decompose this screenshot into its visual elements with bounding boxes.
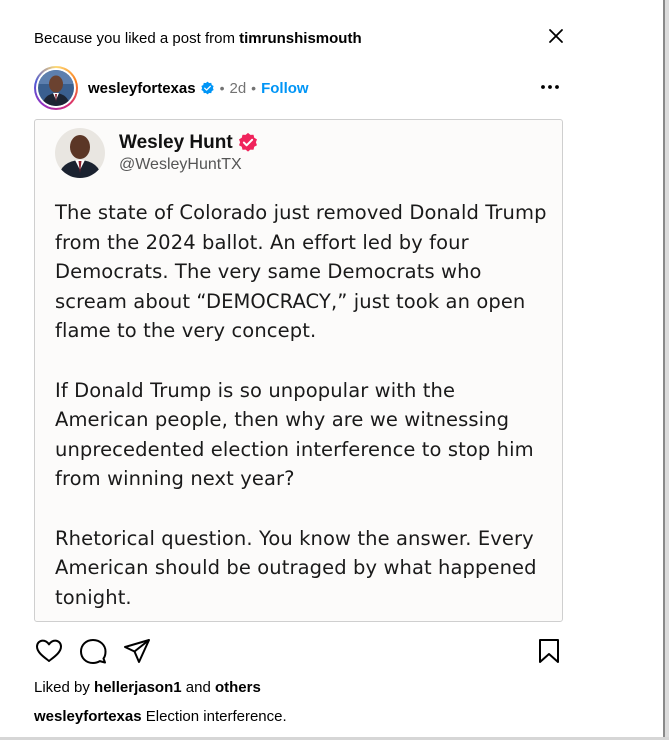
post-username-link[interactable]: wesleyfortexas bbox=[88, 80, 196, 97]
paper-plane-icon bbox=[124, 639, 150, 663]
more-horizontal-icon bbox=[541, 85, 559, 89]
comment-icon bbox=[80, 639, 107, 664]
verified-badge-icon bbox=[238, 132, 257, 152]
post-caption: wesleyfortexas Election interference. bbox=[34, 708, 287, 725]
follow-button[interactable]: Follow bbox=[261, 80, 309, 97]
post-action-bar bbox=[34, 636, 564, 666]
suggestion-context: Because you liked a post from timrunshis… bbox=[34, 27, 574, 49]
tweet-header: Wesley Hunt @WesleyHuntTX bbox=[55, 128, 259, 178]
suggestion-prefix: Because you liked a post from bbox=[34, 29, 240, 47]
more-options-button[interactable] bbox=[538, 75, 562, 99]
suggestion-username-link[interactable]: timrunshismouth bbox=[239, 30, 362, 47]
likes-summary: Liked by hellerjason1 and others bbox=[34, 679, 261, 696]
separator-dot: • bbox=[251, 80, 257, 96]
share-button[interactable] bbox=[122, 636, 152, 666]
post-image-tweet-card[interactable]: Wesley Hunt @WesleyHuntTX The state of C… bbox=[34, 119, 563, 622]
tweet-paragraph: If Donald Trump is so unpopular with the… bbox=[55, 378, 534, 491]
avatar bbox=[38, 70, 74, 106]
likes-others-link[interactable]: others bbox=[215, 679, 261, 696]
tweet-avatar bbox=[55, 128, 105, 178]
separator-dot: • bbox=[219, 80, 225, 96]
tweet-paragraph: The state of Colorado just removed Donal… bbox=[55, 201, 547, 343]
bookmark-icon bbox=[539, 639, 559, 663]
verified-badge-icon bbox=[200, 81, 214, 94]
caption-username-link[interactable]: wesleyfortexas bbox=[34, 708, 142, 725]
post-time-ago[interactable]: 2d bbox=[229, 80, 246, 97]
likes-prefix: Liked by bbox=[34, 679, 95, 696]
close-icon bbox=[549, 29, 563, 43]
likes-user-link[interactable]: hellerjason1 bbox=[94, 679, 182, 696]
avatar-story-ring[interactable] bbox=[34, 66, 78, 110]
tweet-author: Wesley Hunt @WesleyHuntTX bbox=[119, 132, 259, 174]
heart-icon bbox=[36, 639, 62, 662]
window-frame-right bbox=[663, 0, 669, 740]
post-header: wesleyfortexas • 2d • Follow bbox=[34, 65, 564, 111]
tweet-body: The state of Colorado just removed Donal… bbox=[55, 198, 550, 612]
likes-middle: and bbox=[181, 679, 215, 696]
tweet-author-handle: @WesleyHuntTX bbox=[119, 156, 242, 173]
close-button[interactable] bbox=[546, 26, 566, 46]
tweet-paragraph: Rhetorical question. You know the answer… bbox=[55, 526, 537, 609]
save-button[interactable] bbox=[534, 636, 564, 666]
like-button[interactable] bbox=[34, 636, 64, 666]
tweet-author-name: Wesley Hunt bbox=[119, 132, 233, 153]
caption-text: Election interference. bbox=[141, 708, 287, 725]
comment-button[interactable] bbox=[78, 636, 108, 666]
suggestion-text: Because you liked a post from timrunshis… bbox=[34, 30, 362, 47]
